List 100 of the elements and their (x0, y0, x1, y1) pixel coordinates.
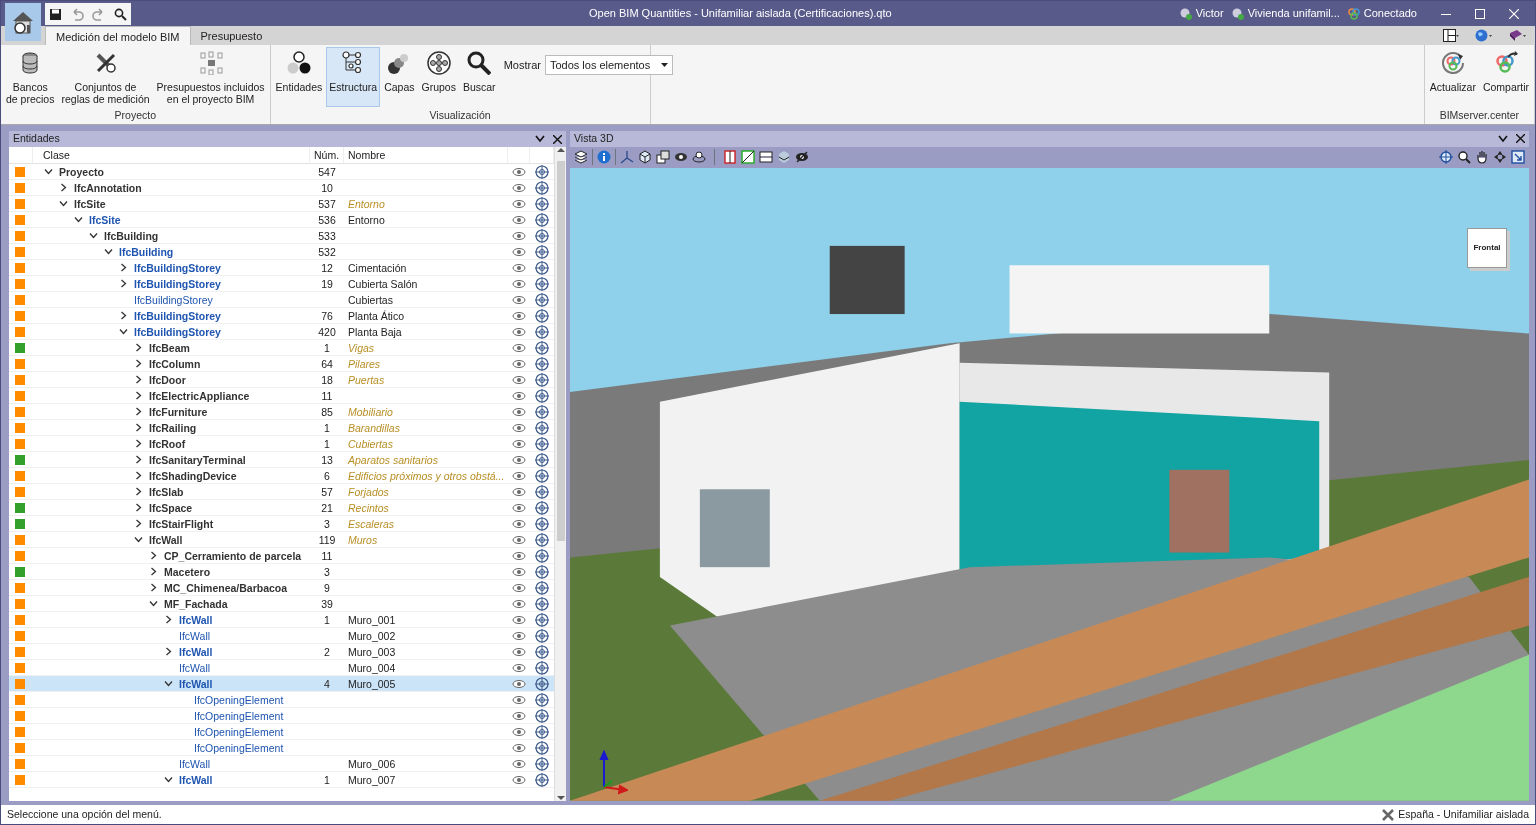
name-text: Muro_004 (348, 660, 396, 676)
tree-label[interactable]: IfcSpace (149, 499, 193, 516)
tree-label[interactable]: IfcWall (149, 531, 183, 548)
count-text: 76 (321, 308, 333, 324)
name-text: Cimentación (348, 260, 407, 276)
count-text: 18 (321, 372, 333, 388)
name-text: Edificios próximos y otros obstá... (348, 468, 505, 484)
count-text: 537 (318, 196, 336, 212)
count-text: 420 (318, 324, 336, 340)
tree-label[interactable]: IfcStairFlight (149, 515, 214, 532)
tree-label[interactable]: IfcRoof (149, 435, 186, 452)
tree-label[interactable]: CP_Cerramiento de parcela (164, 547, 302, 564)
tree-label[interactable]: IfcBuildingStorey (134, 323, 221, 340)
tree-label[interactable]: IfcDoor (149, 371, 186, 388)
ribbon-button[interactable]: Capas (381, 47, 418, 107)
count-text: 1 (324, 612, 330, 628)
ribbon-tab[interactable]: Presupuesto (190, 26, 273, 45)
name-text: Muro_002 (348, 628, 396, 644)
tree-label[interactable]: IfcWall (179, 771, 213, 788)
column-header[interactable]: Núm. (310, 147, 344, 164)
tree-label[interactable]: IfcWall (179, 659, 211, 676)
column-header[interactable]: Nombre (344, 147, 508, 164)
tree-label[interactable]: IfcBuildingStorey (134, 307, 221, 324)
ribbon-button[interactable]: Compartir (1479, 47, 1532, 107)
count-text: 532 (318, 244, 336, 260)
tree-label[interactable]: IfcBuilding (104, 227, 159, 244)
count-text: 64 (321, 356, 333, 372)
count-text: 19 (321, 276, 333, 292)
count-text: 1 (324, 340, 330, 356)
status-label: Conectado (1363, 6, 1417, 22)
view-cube[interactable]: Frontal (1467, 228, 1507, 269)
tree-label[interactable]: Proyecto (59, 163, 104, 180)
panel-title: Vista 3D (574, 131, 615, 146)
name-text: Vigas (348, 340, 375, 356)
count-text: 119 (318, 532, 336, 548)
tree-label[interactable]: IfcWall (179, 611, 213, 628)
count-text: 11 (321, 548, 333, 564)
tree-label[interactable]: IfcWall (179, 675, 213, 692)
tree-label[interactable]: IfcWall (179, 755, 211, 772)
window-title: Open BIM Quantities - Unifamiliar aislada (Certificaciones).qto (588, 6, 893, 22)
status-label: Victor (1195, 6, 1224, 22)
tree-label[interactable]: MF_Fachada (164, 595, 228, 612)
tree-label[interactable]: IfcSite (89, 211, 121, 228)
ribbon-button[interactable]: Entidades (272, 47, 326, 107)
tree-label[interactable]: IfcColumn (149, 355, 201, 372)
name-text: Muro_007 (348, 772, 396, 788)
dropdown-field[interactable]: Todos los elementos (544, 55, 673, 75)
tree-label[interactable]: IfcBuildingStorey (134, 259, 221, 276)
name-text: Cubiertas (348, 292, 393, 308)
count-text: 11 (321, 388, 333, 404)
tree-label[interactable]: IfcSite (74, 195, 106, 212)
tree-label[interactable]: IfcBeam (149, 339, 190, 356)
tree-label[interactable]: MC_Chimenea/Barbacoa (164, 579, 288, 596)
ribbon-button[interactable]: Actualizar (1426, 47, 1479, 107)
ribbon-button[interactable]: Conjuntos de reglas de medición (58, 47, 153, 107)
name-text: Entorno (348, 212, 385, 228)
tree-label[interactable]: IfcWall (179, 643, 213, 660)
count-text: 21 (321, 500, 333, 516)
count-text: 6 (324, 468, 330, 484)
name-text: Entorno (348, 196, 385, 212)
tree-label[interactable]: IfcOpeningElement (194, 723, 284, 740)
group-title: Visualización (428, 108, 492, 123)
status-message: Seleccione una opción del menú. (7, 806, 162, 822)
tree-label[interactable]: IfcOpeningElement (194, 691, 284, 708)
tree-label[interactable]: IfcSlab (149, 483, 184, 500)
name-text: Planta Baja (348, 324, 402, 340)
tree-label[interactable]: IfcOpeningElement (194, 707, 284, 724)
name-text: Recintos (348, 500, 389, 516)
tree-label[interactable]: IfcRailing (149, 419, 197, 436)
name-text: Muro_006 (348, 756, 396, 772)
name-text: Muro_005 (348, 676, 396, 692)
tree-label[interactable]: IfcFurniture (149, 403, 208, 420)
ribbon-button[interactable]: Presupuestos incluidos en el proyecto BIM (153, 47, 268, 107)
tree-label[interactable]: IfcSanitaryTerminal (149, 451, 246, 468)
ribbon-button[interactable]: Buscar (459, 47, 499, 107)
tree-label[interactable]: IfcShadingDevice (149, 467, 237, 484)
count-text: 39 (321, 596, 333, 612)
ribbon-button[interactable]: Bancos de precios (3, 47, 58, 107)
count-text: 13 (321, 452, 333, 468)
tree-label[interactable]: IfcWall (179, 627, 211, 644)
tree-label[interactable]: IfcBuildingStorey (134, 291, 213, 308)
count-text: 1 (324, 772, 330, 788)
tree-label[interactable]: IfcElectricAppliance (149, 387, 250, 404)
tree-label[interactable]: IfcBuildingStorey (134, 275, 221, 292)
count-text: 2 (324, 644, 330, 660)
count-text: 4 (324, 676, 330, 692)
tree-label[interactable]: IfcOpeningElement (194, 739, 284, 756)
count-text: 536 (318, 212, 336, 228)
name-text: Aparatos sanitarios (348, 452, 438, 468)
tree-label[interactable]: Macetero (164, 563, 211, 580)
ribbon-button[interactable]: Estructura (326, 47, 381, 107)
count-text: 533 (318, 228, 336, 244)
ribbon-button[interactable]: Grupos (418, 47, 459, 107)
tree-label[interactable]: IfcAnnotation (74, 179, 142, 196)
count-text: 1 (324, 436, 330, 452)
ribbon-tab[interactable]: Medición del modelo BIM (45, 26, 191, 45)
count-text: 85 (321, 404, 333, 420)
tree-label[interactable]: IfcBuilding (119, 243, 174, 260)
column-header[interactable]: Clase (33, 147, 310, 164)
name-text: Puertas (348, 372, 385, 388)
